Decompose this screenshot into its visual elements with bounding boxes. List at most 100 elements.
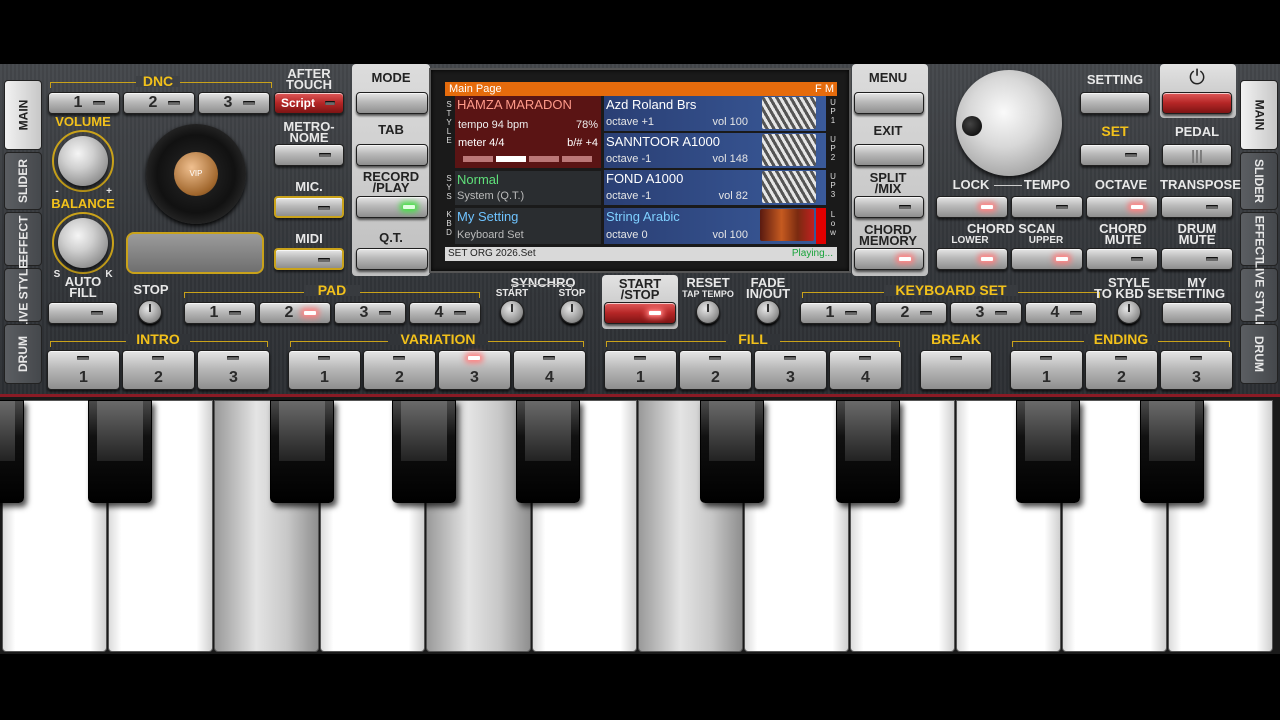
variation-button-4[interactable]: 4 — [513, 350, 586, 390]
black-key[interactable] — [270, 400, 334, 503]
power-button[interactable] — [1162, 92, 1232, 114]
metronome-button[interactable] — [274, 144, 344, 166]
record-led — [403, 205, 415, 209]
script-button[interactable]: Script — [274, 92, 344, 114]
chord-mute-button[interactable] — [1086, 248, 1158, 270]
pad-button-4[interactable]: 4 — [409, 302, 481, 324]
synchro-stop-knob[interactable] — [560, 300, 584, 324]
black-key[interactable] — [1140, 400, 1204, 503]
touch-pad[interactable] — [126, 232, 264, 274]
menu-button[interactable] — [854, 92, 924, 114]
tab-slider-right[interactable]: SLIDER — [1240, 152, 1278, 210]
volume-knob[interactable] — [58, 136, 108, 186]
setting-button[interactable] — [1080, 92, 1150, 114]
intro-button-1[interactable]: 1 — [47, 350, 120, 390]
pad-stop-knob[interactable] — [138, 300, 162, 324]
chord-scan-lower-button[interactable] — [936, 248, 1008, 270]
fill-button-2[interactable]: 2 — [679, 350, 752, 390]
play-status: Playing... — [791, 248, 833, 259]
lock-led — [981, 205, 993, 209]
variation-button-2[interactable]: 2 — [363, 350, 436, 390]
dnc-button-2[interactable]: 2 — [123, 92, 195, 114]
keyboard-set-button-1[interactable]: 1 — [800, 302, 872, 324]
fill-button-3[interactable]: 3 — [754, 350, 827, 390]
split-button[interactable] — [854, 196, 924, 218]
record-button[interactable] — [356, 196, 428, 218]
chord-memory-button[interactable] — [854, 248, 924, 270]
pad-button-2-label: 2 — [284, 304, 294, 321]
fade-knob[interactable] — [756, 300, 780, 324]
ending-button-2[interactable]: 2 — [1085, 350, 1158, 390]
tab-slider-left[interactable]: SLIDER — [4, 152, 42, 210]
dnc-button-3[interactable]: 3 — [198, 92, 270, 114]
midi-label: MIDI — [295, 231, 323, 246]
display-header-right: F M — [815, 83, 834, 95]
style-to-kbd-knob[interactable] — [1117, 300, 1141, 324]
intro-button-3-label: 3 — [229, 369, 238, 386]
upper2-cell[interactable]: SANNTOOR A1000 octave -1 vol 148 — [604, 133, 826, 168]
black-key[interactable] — [516, 400, 580, 503]
intro-button-3[interactable]: 3 — [197, 350, 270, 390]
exit-button[interactable] — [854, 144, 924, 166]
black-key[interactable] — [0, 400, 24, 503]
tab-drum-right[interactable]: DRUM — [1240, 324, 1278, 384]
synchro-start-knob[interactable] — [500, 300, 524, 324]
tab-button[interactable] — [356, 144, 428, 166]
ending-button-1[interactable]: 1 — [1010, 350, 1083, 390]
mode-button[interactable] — [356, 92, 428, 114]
chord-scan-upper-button[interactable] — [1011, 248, 1083, 270]
tempo-button[interactable] — [1011, 196, 1083, 218]
tab-live-style-left[interactable]: LIVE STYLE — [4, 261, 42, 329]
sys-cell[interactable]: Normal System (Q.T.) — [455, 171, 601, 205]
keyboard-set-led-2 — [920, 311, 932, 315]
start-stop-button[interactable] — [604, 302, 676, 324]
reset-knob[interactable] — [696, 300, 720, 324]
tab-effect-right[interactable]: EFFECT — [1240, 212, 1278, 266]
midi-button[interactable] — [274, 248, 344, 270]
fill-button-4[interactable]: 4 — [829, 350, 902, 390]
drum-mute-button[interactable] — [1161, 248, 1233, 270]
pedal-button[interactable]: ||| — [1162, 144, 1232, 166]
ending-button-3-label: 3 — [1192, 369, 1201, 386]
upper1-cell[interactable]: Azd Roland Brs octave +1 vol 100 — [604, 96, 826, 131]
tab-main-right[interactable]: MAIN — [1240, 80, 1278, 150]
black-key[interactable] — [700, 400, 764, 503]
tab-live-style-right[interactable]: LIVE STYLE — [1240, 261, 1278, 329]
keyboard-set-button-2[interactable]: 2 — [875, 302, 947, 324]
kbd-cell[interactable]: My Setting Keyboard Set — [455, 208, 601, 244]
auto-fill-button[interactable] — [48, 302, 118, 324]
upper3-side-label: UP3 — [830, 172, 836, 199]
tab-drum-left[interactable]: DRUM — [4, 324, 42, 384]
keyboard-set-button-3[interactable]: 3 — [950, 302, 1022, 324]
variation-button-3[interactable]: 3 — [438, 350, 511, 390]
set-button[interactable] — [1080, 144, 1150, 166]
pad-button-3[interactable]: 3 — [334, 302, 406, 324]
upper3-cell[interactable]: FOND A1000 octave -1 vol 82 — [604, 170, 826, 205]
balance-knob[interactable] — [58, 218, 108, 268]
black-key[interactable] — [392, 400, 456, 503]
keyboard-set-button-4[interactable]: 4 — [1025, 302, 1097, 324]
my-setting-button[interactable] — [1162, 302, 1232, 324]
variation-button-1[interactable]: 1 — [288, 350, 361, 390]
upper2-vol: vol 148 — [712, 153, 748, 165]
tab-main-left[interactable]: MAIN — [4, 80, 42, 150]
tab-effect-left[interactable]: EFFECT — [4, 212, 42, 266]
mic-button[interactable] — [274, 196, 344, 218]
pad-button-1[interactable]: 1 — [184, 302, 256, 324]
lock-button[interactable] — [936, 196, 1008, 218]
dnc-button-1[interactable]: 1 — [48, 92, 120, 114]
black-key[interactable] — [836, 400, 900, 503]
black-key[interactable] — [88, 400, 152, 503]
break-button[interactable] — [920, 350, 992, 390]
lower-cell[interactable]: String Arabic octave 0 vol 100 — [604, 208, 826, 244]
ending-button-3[interactable]: 3 — [1160, 350, 1233, 390]
pad-button-2[interactable]: 2 — [259, 302, 331, 324]
qt-button[interactable] — [356, 248, 428, 270]
black-key[interactable] — [1016, 400, 1080, 503]
intro-button-2[interactable]: 2 — [122, 350, 195, 390]
break-led — [950, 356, 962, 360]
fill-button-1[interactable]: 1 — [604, 350, 677, 390]
style-cell[interactable]: HÄMZA MARADON tempo 94 bpm 78% meter 4/4… — [455, 96, 601, 168]
octave-button[interactable] — [1086, 196, 1158, 218]
transpose-button[interactable] — [1161, 196, 1233, 218]
